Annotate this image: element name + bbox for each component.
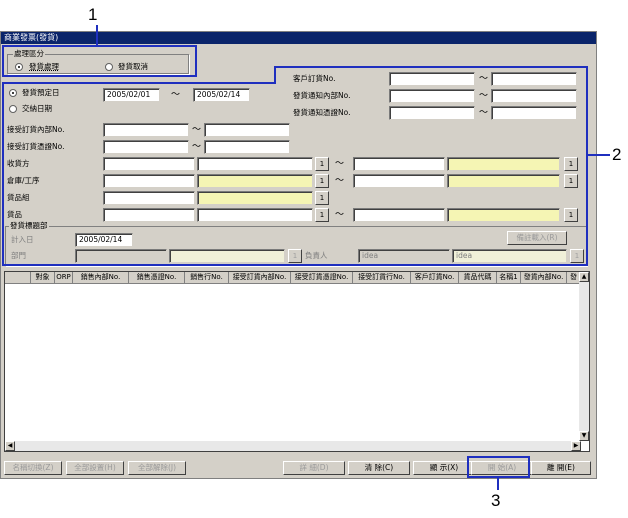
callout-2-top-left [2,82,276,84]
clear-button[interactable]: 清 除(C) [348,461,410,475]
callout-2-top-right [274,66,588,68]
toggle-name-button[interactable]: 名稱切換(Z) [4,461,62,475]
scroll-up-icon[interactable]: ▲ [579,272,589,282]
callout-2-box [2,84,588,266]
callout-2-number: 2 [612,145,622,164]
callout-2-step [274,66,276,84]
grid-column-header[interactable]: 接受訂貨內部No. [229,272,291,283]
select-all-button[interactable]: 全部設置(H) [66,461,124,475]
grid-horizontal-scrollbar[interactable]: ◀ ▶ [5,441,581,451]
callout-1-box [2,45,197,77]
display-button[interactable]: 顯 示(X) [413,461,475,475]
grid-column-header[interactable]: 接受訂貨行No. [353,272,411,283]
scroll-right-icon[interactable]: ▶ [571,441,581,451]
callout-3-number: 3 [491,491,501,510]
grid-header: 對象 ORP 銷售內部No. 銷售憑證No. 銷售行No. 接受訂貨內部No. 接受訂貨憑證… [5,272,581,284]
grid-column-header[interactable]: 名稱1 [497,272,521,283]
callout-3-line [497,478,499,490]
detail-button[interactable]: 詳 細(D) [283,461,345,475]
window-title: 商業發票(發貨) [1,32,596,44]
callout-2-right-edge [586,66,588,84]
grid-column-header[interactable]: 發貨內部No. [521,272,567,283]
callout-3-box [467,456,530,478]
callout-1-line [96,25,98,45]
grid-column-header[interactable]: ORP [55,272,73,283]
close-button[interactable]: 離 開(E) [531,461,591,475]
scroll-down-icon[interactable]: ▼ [579,431,589,441]
clear-all-button[interactable]: 全部解除(J) [128,461,186,475]
grid-column-header[interactable] [5,272,31,283]
grid-column-header[interactable]: 銷售行No. [185,272,229,283]
grid-vertical-scrollbar[interactable]: ▲ ▼ [579,272,589,441]
scroll-left-icon[interactable]: ◀ [5,441,15,451]
grid-column-header[interactable]: 貨品代碼 [459,272,497,283]
customer-order-no-tilde: ～ [479,74,489,84]
callout-2-line [588,154,610,156]
callout-1-number: 1 [88,5,98,24]
grid-column-header[interactable]: 客戶訂貨No. [411,272,459,283]
grid-column-header[interactable]: 接受訂貨憑證No. [291,272,353,283]
grid-column-header[interactable]: 銷售內部No. [73,272,129,283]
grid-column-header[interactable]: 對象 [31,272,55,283]
result-grid[interactable]: 對象 ORP 銷售內部No. 銷售憑證No. 銷售行No. 接受訂貨內部No. 接受訂貨憑證… [4,271,590,452]
grid-column-header[interactable]: 銷售憑證No. [129,272,185,283]
customer-order-no-label: 客戶訂貨No. [293,74,336,83]
